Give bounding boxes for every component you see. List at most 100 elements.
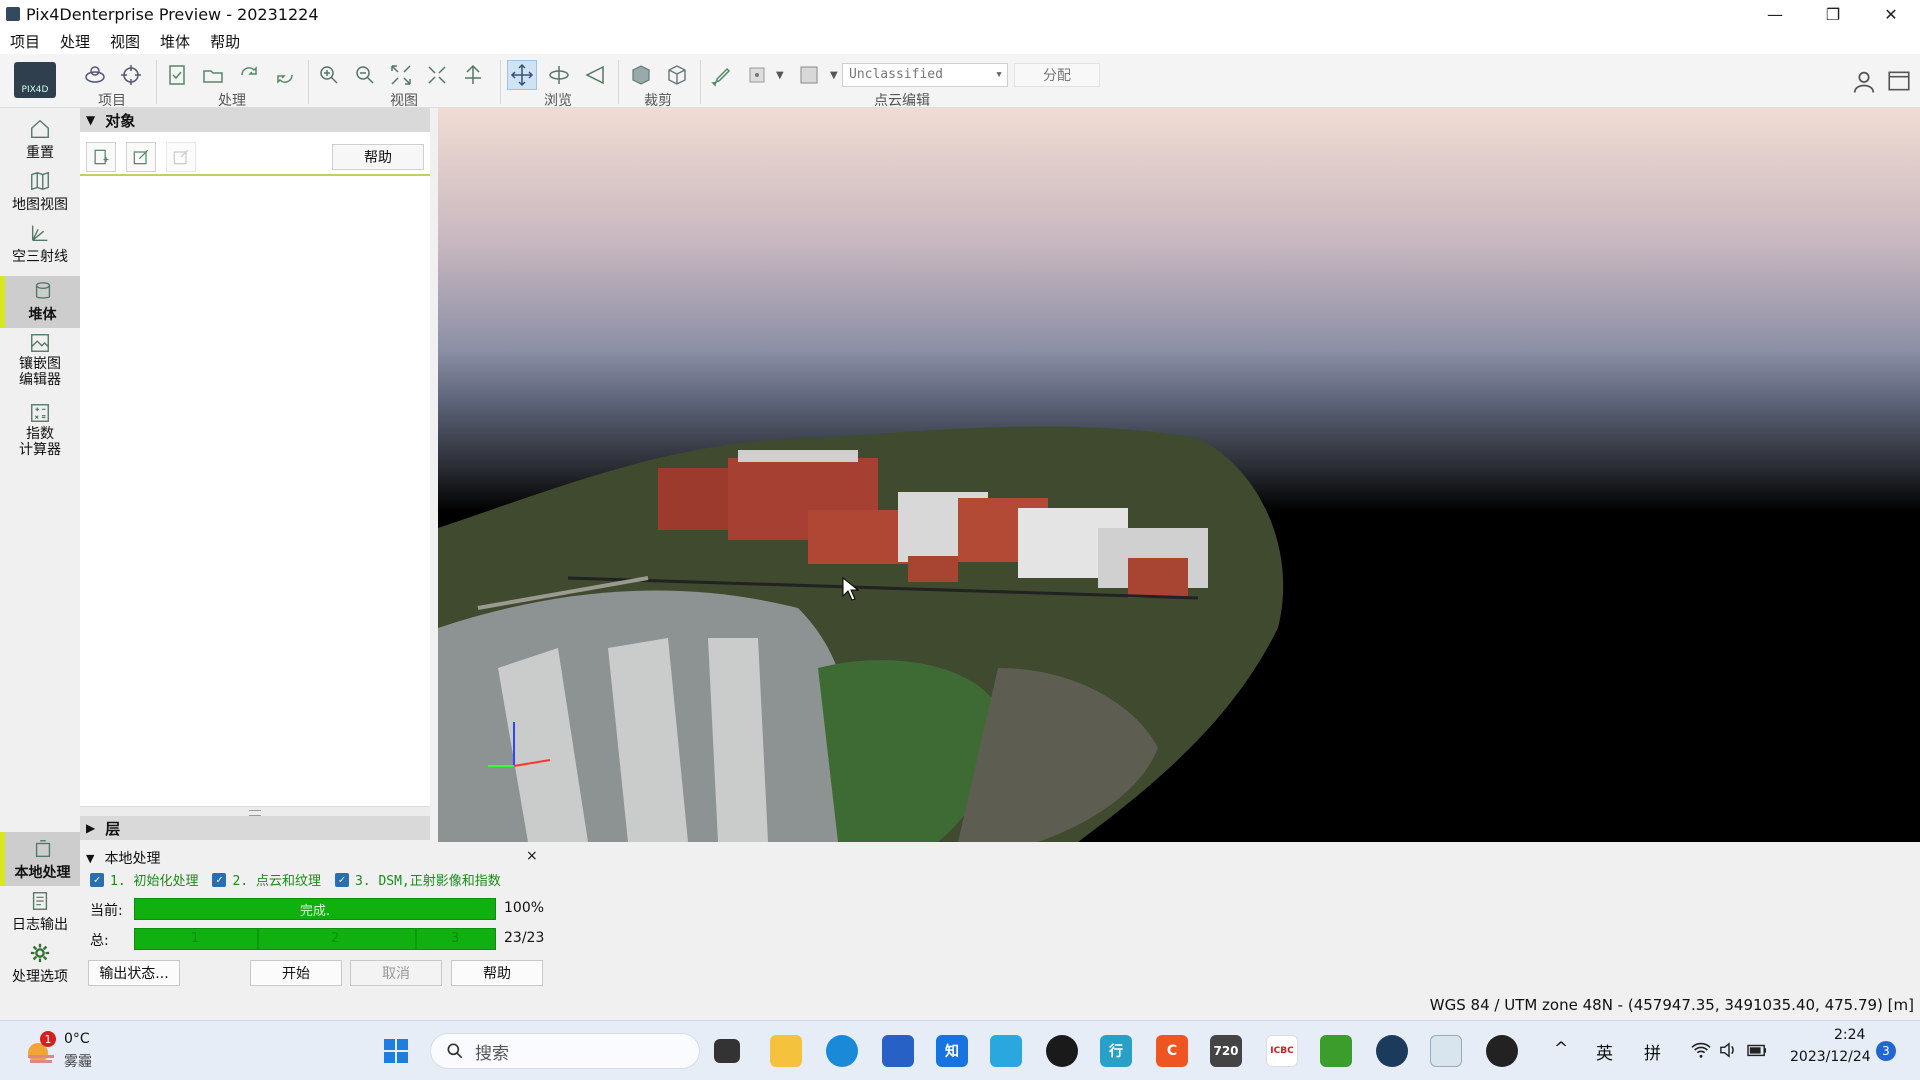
menu-view[interactable]: 视图 [100, 31, 150, 52]
step-3[interactable]: ✓ 3. DSM,正射影像和指数 [334, 870, 501, 889]
fly-icon[interactable] [580, 60, 610, 90]
zhihu-icon[interactable]: 知 [936, 1035, 968, 1067]
weather-desc[interactable]: 雾霾 [64, 1051, 92, 1071]
minimize-button[interactable]: — [1746, 0, 1804, 28]
camera-view-icon[interactable] [458, 60, 488, 90]
toolbar-group-project: 项目 [98, 93, 126, 109]
menu-process[interactable]: 处理 [50, 31, 100, 52]
expand-triangle-icon[interactable]: ▶ [86, 821, 95, 835]
export-volume-icon[interactable] [166, 142, 196, 172]
process-check-icon[interactable] [162, 60, 192, 90]
ime-mode[interactable]: 拼 [1644, 1039, 1661, 1064]
icbc-icon[interactable]: ICBC [1266, 1035, 1298, 1067]
current-progress-value: 100% [504, 900, 545, 916]
obs-icon[interactable] [1486, 1035, 1518, 1067]
battery-icon[interactable] [1746, 1041, 1768, 1063]
minecraft-icon[interactable] [1320, 1035, 1352, 1067]
nav-map-view[interactable]: 地图视图 [0, 170, 80, 218]
store-icon[interactable] [882, 1035, 914, 1067]
navigate-icon[interactable] [507, 60, 537, 90]
collapse-triangle-icon[interactable]: ▼ [86, 113, 95, 127]
step-1[interactable]: ✓ 1. 初始化处理 [90, 870, 198, 889]
ime-language[interactable]: 英 [1596, 1039, 1613, 1064]
step-2[interactable]: ✓ 2. 点云和纹理 [212, 870, 321, 889]
nav-local-processing[interactable]: 本地处理 [0, 832, 80, 886]
rect-select-icon[interactable] [794, 60, 824, 90]
tray-chevron-icon[interactable]: ^ [1554, 1039, 1568, 1059]
objects-panel-header[interactable]: ▼ 对象 [80, 108, 430, 132]
clip-box-icon[interactable] [626, 60, 656, 90]
zoom-in-icon[interactable] [314, 60, 344, 90]
process-refresh-icon[interactable] [234, 60, 264, 90]
c-app-icon[interactable]: C [1156, 1035, 1188, 1067]
nav-index-calculator[interactable]: 指数 计算器 [0, 402, 80, 468]
home-icon [31, 119, 49, 138]
point-select-icon[interactable] [742, 60, 772, 90]
dropdown-arrow-icon[interactable]: ▼ [830, 70, 838, 81]
notification-badge[interactable]: 3 [1876, 1041, 1896, 1061]
collapse-triangle-icon[interactable]: ▼ [86, 852, 94, 865]
toolbar-group-pointcloud-edit: 点云编辑 [874, 93, 930, 109]
task-view-icon[interactable] [714, 1039, 740, 1063]
menu-help[interactable]: 帮助 [200, 31, 250, 52]
toolbar-group-view: 视图 [390, 93, 418, 109]
wifi-icon[interactable] [1690, 1041, 1712, 1063]
zoom-fit-icon[interactable] [422, 60, 452, 90]
clock-time[interactable]: 2:24 [1834, 1027, 1865, 1043]
process-folder-icon[interactable] [198, 60, 228, 90]
clip-box-edit-icon[interactable] [662, 60, 692, 90]
panel-toggle-icon[interactable] [1886, 68, 1914, 96]
weather-widget[interactable]: 1 [24, 1031, 58, 1067]
brush-edit-icon[interactable] [706, 60, 736, 90]
close-button[interactable]: ✕ [1862, 0, 1920, 28]
start-button[interactable]: 开始 [250, 960, 342, 986]
zoom-out-icon[interactable] [350, 60, 380, 90]
orbit-icon[interactable] [544, 60, 574, 90]
nav-volumes[interactable]: 堆体 [0, 276, 80, 328]
checkbox-checked-icon[interactable]: ✓ [212, 872, 227, 887]
nav-mosaic-editor[interactable]: 镶嵌图 编辑器 [0, 332, 80, 398]
windows-start-icon[interactable] [380, 1035, 412, 1067]
restore-button[interactable]: ❐ [1804, 0, 1862, 28]
new-volume-icon[interactable] [86, 142, 116, 172]
nav-reset[interactable]: 重置 [0, 118, 80, 166]
process-rerun-icon[interactable] [270, 60, 300, 90]
checkbox-checked-icon[interactable]: ✓ [334, 872, 349, 887]
3d-viewport[interactable] [438, 108, 1920, 842]
user-account-icon[interactable] [1850, 68, 1878, 96]
menu-volumes[interactable]: 堆体 [150, 31, 200, 52]
gcp-target-icon[interactable] [116, 60, 146, 90]
objects-help-button[interactable]: 帮助 [332, 144, 424, 170]
volume-icon[interactable] [1718, 1041, 1740, 1063]
zoom-extent-icon[interactable] [386, 60, 416, 90]
processing-header[interactable]: ▼ 本地处理 [86, 848, 160, 868]
clock-date[interactable]: 2023/12/24 [1790, 1049, 1871, 1065]
nav-log-output[interactable]: 日志输出 [0, 890, 80, 938]
checkbox-checked-icon[interactable]: ✓ [90, 872, 104, 887]
github-icon[interactable] [1046, 1035, 1078, 1067]
bilibili-icon[interactable] [990, 1035, 1022, 1067]
xing-icon[interactable]: 行 [1100, 1035, 1132, 1067]
nav-processing-options[interactable]: 处理选项 [0, 942, 80, 994]
panel-splitter[interactable] [80, 806, 430, 816]
edge-icon[interactable] [826, 1035, 858, 1067]
layers-panel-header[interactable]: ▶ 层 [80, 816, 430, 840]
file-explorer-icon[interactable] [770, 1035, 802, 1067]
cancel-button[interactable]: 取消 [350, 960, 442, 986]
nav-rays[interactable]: 空三射线 [0, 222, 80, 270]
assign-button[interactable]: 分配 [1014, 63, 1100, 87]
720-icon[interactable]: 720 [1210, 1035, 1242, 1067]
menu-project[interactable]: 项目 [0, 31, 50, 52]
class-select[interactable]: Unclassified [842, 63, 1008, 87]
dropdown-arrow-icon[interactable]: ▼ [776, 70, 784, 81]
import-volume-icon[interactable] [126, 142, 156, 172]
weather-temp[interactable]: 0°C [64, 1031, 90, 1047]
project-open-icon[interactable] [80, 60, 110, 90]
processing-help-button[interactable]: 帮助 [451, 960, 543, 986]
taskbar-search[interactable]: 搜索 [430, 1033, 700, 1069]
pix4d-taskbar-icon[interactable] [1430, 1035, 1462, 1067]
rays-icon [31, 225, 48, 242]
processing-close-icon[interactable]: × [526, 848, 538, 864]
steam-icon[interactable] [1376, 1035, 1408, 1067]
output-status-button[interactable]: 输出状态... [88, 960, 180, 986]
